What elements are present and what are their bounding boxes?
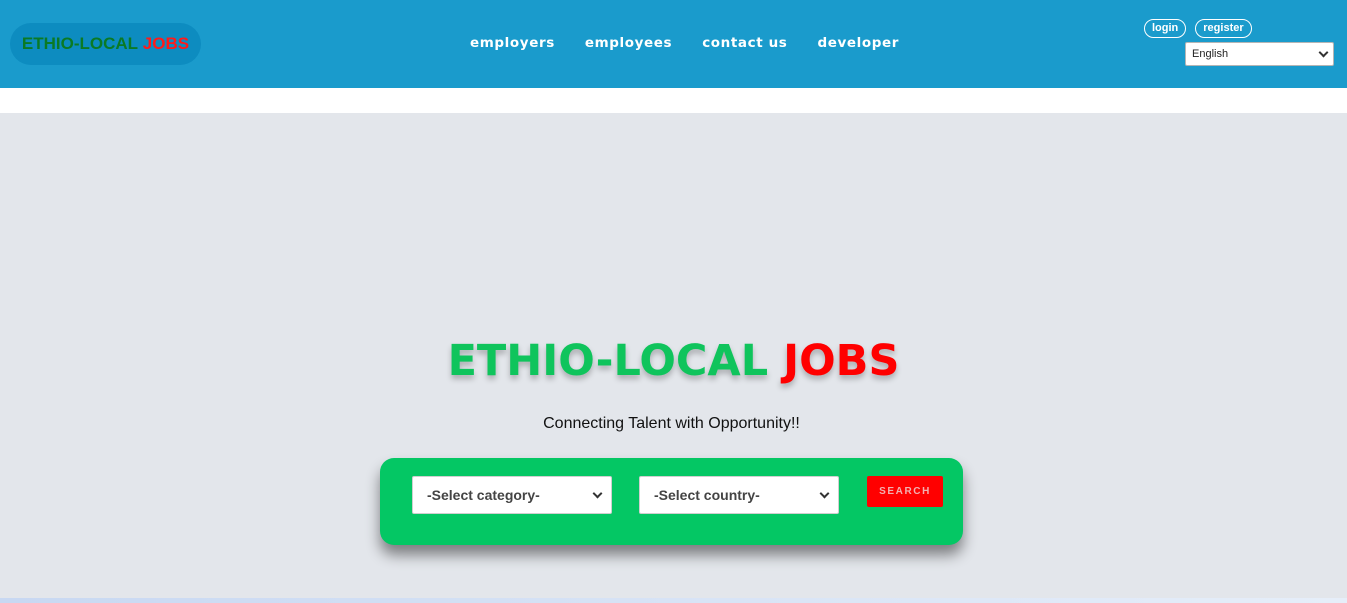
category-select-value: -Select category- bbox=[427, 487, 540, 503]
country-select-value: -Select country- bbox=[654, 487, 760, 503]
chevron-down-icon bbox=[592, 488, 603, 498]
country-select[interactable]: -Select country- bbox=[639, 476, 839, 514]
top-navigation-bar: ETHIO-LOCAL JOBS employers employees con… bbox=[0, 0, 1347, 88]
site-logo[interactable]: ETHIO-LOCAL JOBS bbox=[10, 23, 201, 65]
logo-text-primary: ETHIO-LOCAL bbox=[21, 34, 139, 53]
chevron-down-icon bbox=[1318, 47, 1329, 57]
nav-link-developer[interactable]: developer bbox=[817, 35, 899, 51]
nav-link-employees[interactable]: employees bbox=[585, 35, 672, 51]
language-select-value: English bbox=[1192, 48, 1229, 60]
logo-text-accent: JOBS bbox=[142, 34, 190, 53]
search-button[interactable]: SEARCH bbox=[867, 476, 943, 507]
login-button[interactable]: login bbox=[1144, 19, 1187, 38]
hero-title: ETHIO-LOCAL JOBS bbox=[0, 336, 1347, 386]
language-select[interactable]: English bbox=[1185, 42, 1334, 66]
hero-tagline: Connecting Talent with Opportunity!! bbox=[543, 415, 800, 432]
chevron-down-icon bbox=[819, 488, 830, 498]
main-nav: employers employees contact us developer bbox=[470, 35, 899, 51]
job-search-panel: -Select category- -Select country- SEARC… bbox=[380, 458, 963, 545]
nav-link-employers[interactable]: employers bbox=[470, 35, 555, 51]
hero-title-accent: JOBS bbox=[783, 336, 900, 386]
hero-title-primary: ETHIO-LOCAL bbox=[447, 336, 769, 386]
hero-bottom-edge bbox=[0, 598, 1347, 603]
auth-buttons: login register bbox=[1144, 19, 1252, 38]
category-select[interactable]: -Select category- bbox=[412, 476, 612, 514]
register-button[interactable]: register bbox=[1195, 19, 1252, 38]
nav-link-contact-us[interactable]: contact us bbox=[702, 35, 787, 51]
